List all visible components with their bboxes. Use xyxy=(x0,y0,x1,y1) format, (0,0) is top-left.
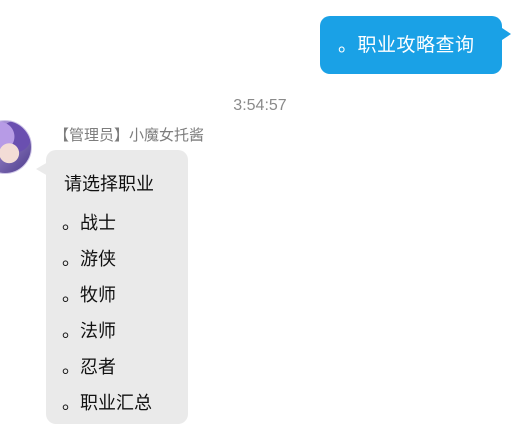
class-option-priest: 。牧师 xyxy=(62,285,116,306)
sender-name: 【管理员】小魔女托酱 xyxy=(54,126,205,144)
incoming-bubble-tail xyxy=(36,162,48,176)
outgoing-bubble-tail xyxy=(499,26,511,42)
sender-avatar[interactable] xyxy=(0,120,32,174)
incoming-message-bubble: 请选择职业 。战士 。游侠 。牧师 。法师 。忍者 。职业汇总 xyxy=(36,150,188,424)
class-option-warrior: 。战士 xyxy=(62,213,116,234)
class-option-mage: 。法师 xyxy=(62,321,116,342)
outgoing-message-text: 。职业攻略查询 xyxy=(338,34,475,56)
incoming-prompt-text: 请选择职业 xyxy=(64,174,154,195)
class-option-summary: 。职业汇总 xyxy=(62,393,152,414)
outgoing-message-bubble: 。职业攻略查询 xyxy=(320,16,511,74)
class-option-ninja: 。忍者 xyxy=(62,357,116,378)
class-option-list: 。战士 。游侠 。牧师 。法师 。忍者 。职业汇总 xyxy=(62,206,152,422)
class-option-ranger: 。游侠 xyxy=(62,249,116,270)
message-timestamp: 3:54:57 xyxy=(233,97,287,114)
